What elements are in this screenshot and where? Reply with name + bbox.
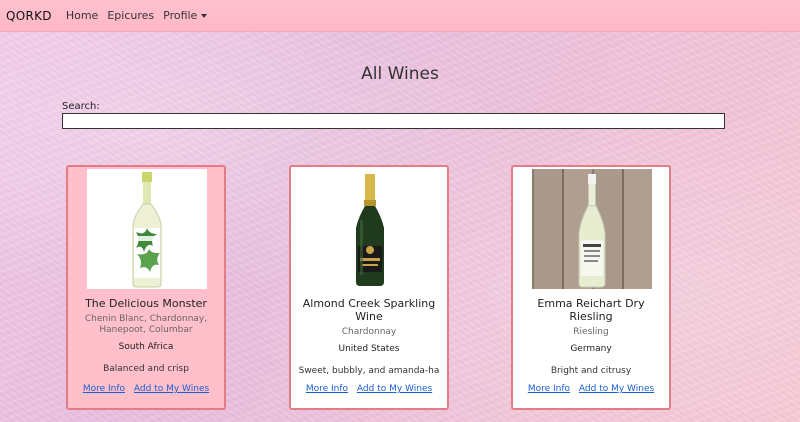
more-info-link[interactable]: More Info	[528, 384, 570, 394]
wine-image	[532, 169, 652, 289]
caret-down-icon	[201, 14, 208, 18]
wine-description: Sweet, bubbly, and amanda-ha	[298, 366, 440, 376]
page-title: All Wines	[361, 64, 439, 84]
navbar: QORKD Home Epicures Profile	[0, 0, 800, 32]
nav-dropdown-profile[interactable]: Profile	[163, 9, 208, 22]
wine-actions: More Info Add to My Wines	[513, 384, 669, 394]
search-label: Search:	[62, 101, 100, 112]
wine-card: The Delicious Monster Chenin Blanc, Char…	[66, 165, 226, 410]
wine-actions: More Info Add to My Wines	[291, 384, 447, 394]
riesling-bottle-icon	[578, 174, 606, 288]
wine-description: Balanced and crisp	[103, 364, 189, 374]
sparkling-wine-bottle-icon	[356, 174, 384, 286]
wine-grape: Chenin Blanc, Chardonnay, Hanepoot, Colu…	[84, 314, 208, 335]
wine-details: Almond Creek Sparkling Wine Chardonnay U…	[291, 297, 447, 376]
add-to-my-wines-link[interactable]: Add to My Wines	[357, 384, 432, 394]
wine-region: South Africa	[118, 342, 174, 352]
add-to-my-wines-link[interactable]: Add to My Wines	[579, 384, 654, 394]
wine-image	[87, 169, 207, 289]
more-info-link[interactable]: More Info	[306, 384, 348, 394]
wine-actions: More Info Add to My Wines	[68, 384, 224, 394]
wine-region: United States	[338, 344, 400, 354]
wine-name: The Delicious Monster	[85, 297, 207, 310]
wine-name: Almond Creek Sparkling Wine	[302, 297, 436, 323]
wine-name: Emma Reichart Dry Riesling	[537, 297, 645, 323]
brand-logo[interactable]: QORKD	[6, 9, 52, 23]
nav-link-home[interactable]: Home	[66, 9, 98, 22]
nav-link-profile-label: Profile	[163, 9, 198, 22]
wine-grape: Riesling	[573, 327, 609, 337]
wine-details: The Delicious Monster Chenin Blanc, Char…	[68, 297, 224, 374]
white-wine-bottle-icon	[132, 172, 162, 288]
more-info-link[interactable]: More Info	[83, 384, 125, 394]
add-to-my-wines-link[interactable]: Add to My Wines	[134, 384, 209, 394]
wine-region: Germany	[570, 344, 612, 354]
wine-image	[310, 169, 430, 289]
nav-link-epicures[interactable]: Epicures	[107, 9, 154, 22]
wine-grape: Chardonnay	[341, 327, 397, 337]
search-input[interactable]	[62, 113, 725, 129]
wine-details: Emma Reichart Dry Riesling Riesling Germ…	[513, 297, 669, 376]
wine-description: Bright and citrusy	[550, 366, 632, 376]
wine-card: Almond Creek Sparkling Wine Chardonnay U…	[289, 165, 449, 410]
wine-card: Emma Reichart Dry Riesling Riesling Germ…	[511, 165, 671, 410]
